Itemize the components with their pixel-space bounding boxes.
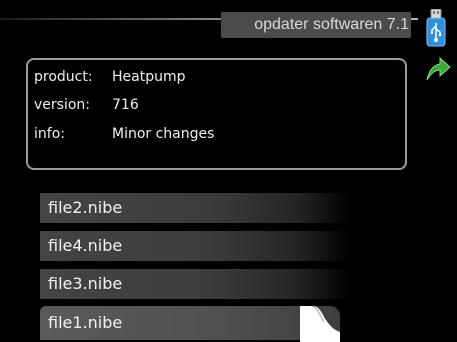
info-value-info: Minor changes [112, 126, 215, 142]
file-name: file4.nibe [48, 236, 123, 255]
file-list-item[interactable]: file2.nibe [40, 193, 350, 223]
info-value-product: Heatpump [112, 69, 186, 85]
info-label-version: version: [34, 97, 90, 113]
selection-corner-icon [300, 306, 340, 342]
file-name: file2.nibe [48, 198, 123, 217]
info-label-info: info: [34, 126, 65, 142]
file-name: file3.nibe [48, 274, 123, 293]
file-list-item-selected[interactable]: file1.nibe [40, 306, 340, 340]
page-title: opdater softwaren 7.1 [254, 16, 409, 33]
file-name: file1.nibe [48, 313, 123, 332]
info-value-version: 716 [112, 97, 139, 113]
file-list-item[interactable]: file4.nibe [40, 231, 350, 261]
info-label-product: product: [34, 69, 93, 85]
usb-stick-icon [426, 9, 446, 47]
back-arrow-icon[interactable] [423, 56, 451, 82]
file-list-item[interactable]: file3.nibe [40, 269, 350, 299]
software-update-screen: opdater softwaren 7.1 product: Heatpump … [0, 0, 457, 342]
